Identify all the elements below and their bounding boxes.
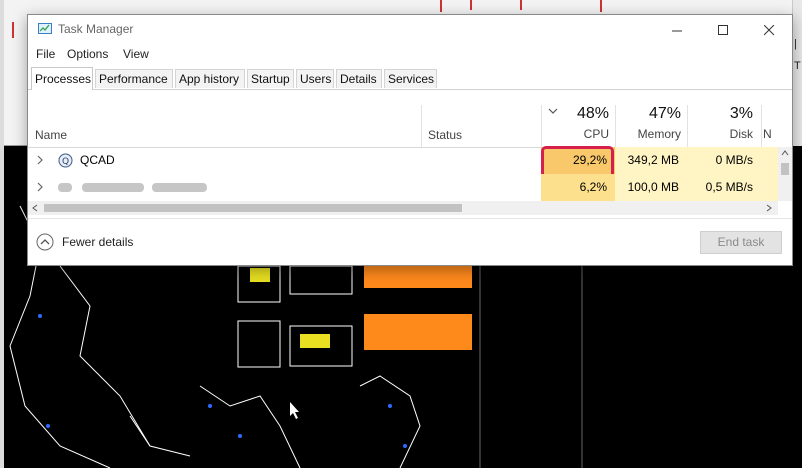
tab-strip: Processes Performance App history Startu… [28, 67, 792, 90]
maximize-button[interactable] [700, 15, 746, 45]
window-title: Task Manager [58, 22, 134, 36]
vertical-scroll-thumb[interactable] [781, 163, 789, 175]
disk-value-cell: 0,5 MB/s [687, 174, 761, 201]
tab-details[interactable]: Details [336, 69, 382, 88]
horizontal-scroll-thumb[interactable] [44, 204, 462, 212]
column-divider[interactable] [761, 105, 762, 147]
task-manager-app-icon [38, 23, 52, 34]
footer-bar: Fewer details End task [28, 218, 792, 266]
network-value-cell [761, 147, 778, 174]
process-table-header: Name Status 48% CPU 47% Memory 3% Disk N [28, 105, 792, 148]
mouse-cursor-icon [290, 402, 299, 419]
horizontal-scrollbar[interactable] [28, 201, 778, 215]
tab-processes[interactable]: Processes [31, 67, 93, 90]
blurred-process-name [152, 183, 207, 192]
process-name: QCAD [80, 153, 115, 167]
memory-value-cell: 349,2 MB [615, 147, 687, 174]
chevron-up-circle-icon[interactable] [36, 233, 54, 251]
column-memory-header[interactable]: Memory [615, 127, 681, 141]
table-row[interactable]: Q QCAD 29,2% 349,2 MB 0 MB/s [28, 146, 778, 178]
scroll-up-icon[interactable] [781, 150, 789, 156]
scroll-right-icon[interactable] [766, 204, 772, 212]
toolbar-mark [520, 0, 522, 10]
tab-startup[interactable]: Startup [247, 69, 294, 88]
column-disk-header[interactable]: Disk [687, 127, 753, 141]
column-divider[interactable] [421, 105, 422, 147]
column-name-header[interactable]: Name [35, 128, 67, 142]
memory-value-cell: 100,0 MB [615, 174, 687, 201]
chevron-right-icon[interactable] [35, 181, 45, 193]
scroll-left-icon[interactable] [32, 204, 38, 212]
column-status-header[interactable]: Status [428, 128, 462, 142]
disk-value-cell: 0 MB/s [687, 147, 761, 174]
title-bar[interactable]: Task Manager [28, 15, 792, 45]
blurred-process-icon [58, 183, 72, 192]
close-icon [763, 24, 774, 35]
blurred-process-name [82, 183, 144, 192]
toolbar-mark [600, 0, 602, 12]
svg-text:Q: Q [62, 157, 69, 167]
memory-total-percent[interactable]: 47% [615, 105, 681, 123]
dock-glyph: T [794, 60, 801, 72]
menu-view[interactable]: View [123, 47, 149, 61]
cpu-value-cell: 6,2% [541, 174, 615, 201]
dock-glyph: | [794, 38, 797, 50]
minimize-button[interactable] [654, 15, 700, 45]
cpu-total-percent[interactable]: 48% [541, 105, 609, 123]
menu-file[interactable]: File [36, 47, 55, 61]
background-dock-strip: | T [792, 0, 802, 146]
close-button[interactable] [746, 15, 792, 45]
tab-app-history[interactable]: App history [175, 69, 245, 88]
tab-performance[interactable]: Performance [95, 69, 173, 88]
minimize-icon [671, 30, 682, 31]
column-network-header[interactable]: N [763, 127, 793, 141]
tab-users[interactable]: Users [296, 69, 334, 88]
vertical-scrollbar[interactable] [778, 147, 792, 201]
menu-bar: File Options View [28, 45, 792, 65]
disk-total-percent[interactable]: 3% [687, 105, 753, 123]
table-row[interactable]: 6,2% 100,0 MB 0,5 MB/s [28, 174, 778, 201]
toolbar-mark [440, 0, 442, 12]
toolbar-mark [470, 0, 472, 10]
qcad-app-icon: Q [58, 153, 73, 168]
network-value-cell [761, 174, 778, 201]
toolbar-mark [12, 22, 14, 38]
end-task-button[interactable]: End task [700, 231, 782, 254]
menu-options[interactable]: Options [67, 47, 108, 61]
column-cpu-header[interactable]: CPU [541, 127, 609, 141]
chevron-right-icon[interactable] [35, 154, 45, 166]
background-left-edge [0, 0, 4, 468]
tab-services[interactable]: Services [384, 69, 437, 88]
maximize-icon [717, 24, 728, 35]
task-manager-window: Task Manager File Options View Processes… [27, 14, 793, 266]
fewer-details-link[interactable]: Fewer details [62, 235, 133, 249]
